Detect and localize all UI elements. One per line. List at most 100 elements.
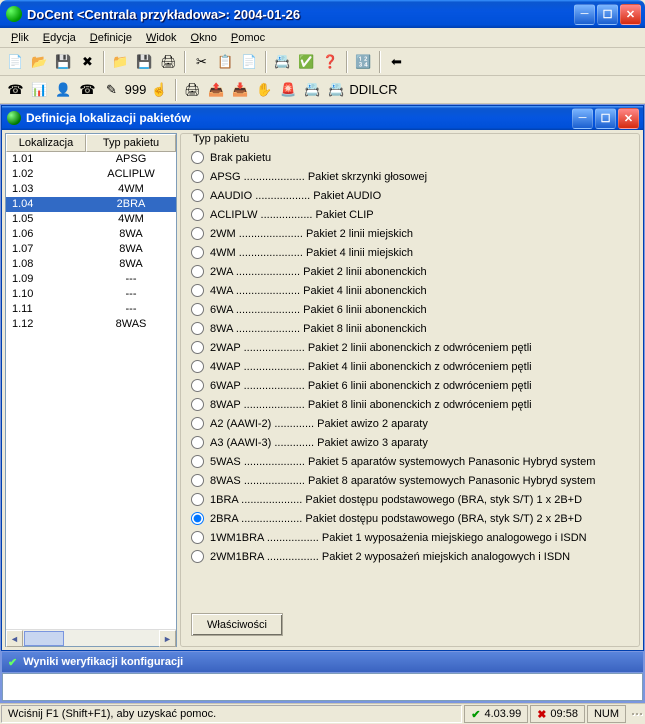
radio-8was[interactable]: 8WAS .................... Pakiet 8 apara… xyxy=(191,471,629,490)
table-row[interactable]: 1.054WM xyxy=(6,212,176,227)
table-row[interactable]: 1.11--- xyxy=(6,302,176,317)
toolbar2-btn-9[interactable]: 📥 xyxy=(229,79,252,101)
toolbar2-btn-5[interactable]: 999 xyxy=(124,79,147,101)
toolbar1-btn-9[interactable]: 📄 xyxy=(238,51,261,73)
radio-2wm1bra[interactable]: 2WM1BRA ................. Pakiet 2 wypos… xyxy=(191,547,629,566)
inner-close-button[interactable]: ✕ xyxy=(618,108,639,129)
radio-apsg[interactable]: APSG .................... Pakiet skrzynk… xyxy=(191,167,629,186)
toolbar2-btn-0[interactable]: ☎ xyxy=(4,79,27,101)
radio-input[interactable] xyxy=(191,151,204,164)
toolbar1-btn-3[interactable]: ✖ xyxy=(76,51,99,73)
toolbar1-btn-5[interactable]: 💾 xyxy=(133,51,156,73)
table-row[interactable]: 1.078WA xyxy=(6,242,176,257)
radio-5was[interactable]: 5WAS .................... Pakiet 5 apara… xyxy=(191,452,629,471)
inner-maximize-button[interactable]: ☐ xyxy=(595,108,616,129)
menu-pomoc[interactable]: Pomoc xyxy=(224,30,272,46)
radio-4wap[interactable]: 4WAP .................... Pakiet 4 linii… xyxy=(191,357,629,376)
toolbar1-btn-7[interactable]: ✂ xyxy=(190,51,213,73)
radio-input[interactable] xyxy=(191,227,204,240)
radio-1bra[interactable]: 1BRA .................... Pakiet dostępu… xyxy=(191,490,629,509)
toolbar1-btn-2[interactable]: 💾 xyxy=(52,51,75,73)
toolbar1-btn-11[interactable]: ✅ xyxy=(295,51,318,73)
radio-input[interactable] xyxy=(191,474,204,487)
radio-input[interactable] xyxy=(191,322,204,335)
scroll-thumb[interactable] xyxy=(24,631,64,646)
scroll-right-button[interactable]: ► xyxy=(159,630,176,647)
radio-a2-aawi-2-[interactable]: A2 (AAWI-2) ............. Pakiet awizo 2… xyxy=(191,414,629,433)
radio-2wm[interactable]: 2WM ..................... Pakiet 2 linii… xyxy=(191,224,629,243)
menu-definicje[interactable]: Definicje xyxy=(83,30,139,46)
menu-widok[interactable]: Widok xyxy=(139,30,184,46)
radio-input[interactable] xyxy=(191,246,204,259)
radio-aaudio[interactable]: AAUDIO .................. Pakiet AUDIO xyxy=(191,186,629,205)
toolbar2-btn-11[interactable]: 🚨 xyxy=(277,79,300,101)
toolbar2-btn-6[interactable]: ☝ xyxy=(148,79,171,101)
results-titlebar[interactable]: ✔ Wyniki weryfikacji konfiguracji xyxy=(2,652,643,672)
radio-input[interactable] xyxy=(191,398,204,411)
table-row[interactable]: 1.01APSG xyxy=(6,152,176,167)
toolbar1-btn-10[interactable]: 📇 xyxy=(271,51,294,73)
menu-okno[interactable]: Okno xyxy=(184,30,224,46)
radio-a3-aawi-3-[interactable]: A3 (AAWI-3) ............. Pakiet awizo 3… xyxy=(191,433,629,452)
properties-button[interactable]: Właściwości xyxy=(191,613,283,636)
radio-input[interactable] xyxy=(191,170,204,183)
minimize-button[interactable]: ─ xyxy=(574,4,595,25)
radio-input[interactable] xyxy=(191,303,204,316)
toolbar2-btn-2[interactable]: 👤 xyxy=(52,79,75,101)
toolbar2-btn-15[interactable]: LCR xyxy=(373,79,396,101)
radio-input[interactable] xyxy=(191,341,204,354)
toolbar2-btn-3[interactable]: ☎ xyxy=(76,79,99,101)
radio-4wm[interactable]: 4WM ..................... Pakiet 4 linii… xyxy=(191,243,629,262)
radio-8wa[interactable]: 8WA ..................... Pakiet 8 linii… xyxy=(191,319,629,338)
toolbar1-btn-0[interactable]: 📄 xyxy=(4,51,27,73)
table-row[interactable]: 1.10--- xyxy=(6,287,176,302)
table-row[interactable]: 1.128WAS xyxy=(6,317,176,332)
toolbar1-btn-12[interactable]: ❓ xyxy=(319,51,342,73)
table-row[interactable]: 1.09--- xyxy=(6,272,176,287)
radio-input[interactable] xyxy=(191,455,204,468)
radio-1wm1bra[interactable]: 1WM1BRA ................. Pakiet 1 wypos… xyxy=(191,528,629,547)
radio-input[interactable] xyxy=(191,360,204,373)
toolbar2-btn-4[interactable]: ✎ xyxy=(100,79,123,101)
toolbar2-btn-1[interactable]: 📊 xyxy=(28,79,51,101)
radio-acliplw[interactable]: ACLIPLW ................. Pakiet CLIP xyxy=(191,205,629,224)
toolbar2-btn-8[interactable]: 📤 xyxy=(205,79,228,101)
radio-input[interactable] xyxy=(191,265,204,278)
toolbar2-btn-7[interactable]: 🖨 xyxy=(181,79,204,101)
scroll-left-button[interactable]: ◄ xyxy=(6,630,23,647)
menu-edycja[interactable]: Edycja xyxy=(36,30,83,46)
radio-6wap[interactable]: 6WAP .................... Pakiet 6 linii… xyxy=(191,376,629,395)
radio-2bra[interactable]: 2BRA .................... Pakiet dostępu… xyxy=(191,509,629,528)
toolbar1-btn-1[interactable]: 📂 xyxy=(28,51,51,73)
toolbar2-btn-10[interactable]: ✋ xyxy=(253,79,276,101)
radio-2wap[interactable]: 2WAP .................... Pakiet 2 linii… xyxy=(191,338,629,357)
table-row[interactable]: 1.088WA xyxy=(6,257,176,272)
radio-input[interactable] xyxy=(191,208,204,221)
toolbar2-btn-14[interactable]: DDI xyxy=(349,79,372,101)
maximize-button[interactable]: ☐ xyxy=(597,4,618,25)
toolbar1-btn-6[interactable]: 🖨 xyxy=(157,51,180,73)
radio-8wap[interactable]: 8WAP .................... Pakiet 8 linii… xyxy=(191,395,629,414)
radio-input[interactable] xyxy=(191,189,204,202)
radio-none[interactable]: Brak pakietu xyxy=(191,148,629,167)
radio-input[interactable] xyxy=(191,436,204,449)
toolbar1-btn-4[interactable]: 📁 xyxy=(109,51,132,73)
radio-input[interactable] xyxy=(191,512,204,525)
radio-input[interactable] xyxy=(191,417,204,430)
menu-plik[interactable]: Plik xyxy=(4,30,36,46)
inner-minimize-button[interactable]: ─ xyxy=(572,108,593,129)
table-row[interactable]: 1.068WA xyxy=(6,227,176,242)
grid-body[interactable]: 1.01APSG1.02ACLIPLW1.034WM1.042BRA1.054W… xyxy=(6,152,176,629)
table-row[interactable]: 1.02ACLIPLW xyxy=(6,167,176,182)
radio-6wa[interactable]: 6WA ..................... Pakiet 6 linii… xyxy=(191,300,629,319)
toolbar2-btn-12[interactable]: 📇 xyxy=(301,79,324,101)
horizontal-scrollbar[interactable]: ◄ ► xyxy=(6,629,176,646)
radio-input[interactable] xyxy=(191,550,204,563)
radio-4wa[interactable]: 4WA ..................... Pakiet 4 linii… xyxy=(191,281,629,300)
toolbar1-btn-13[interactable]: 🔢 xyxy=(352,51,375,73)
radio-input[interactable] xyxy=(191,531,204,544)
close-button[interactable]: ✕ xyxy=(620,4,641,25)
table-row[interactable]: 1.042BRA xyxy=(6,197,176,212)
localization-grid[interactable]: Lokalizacja Typ pakietu 1.01APSG1.02ACLI… xyxy=(5,133,177,647)
radio-input[interactable] xyxy=(191,284,204,297)
